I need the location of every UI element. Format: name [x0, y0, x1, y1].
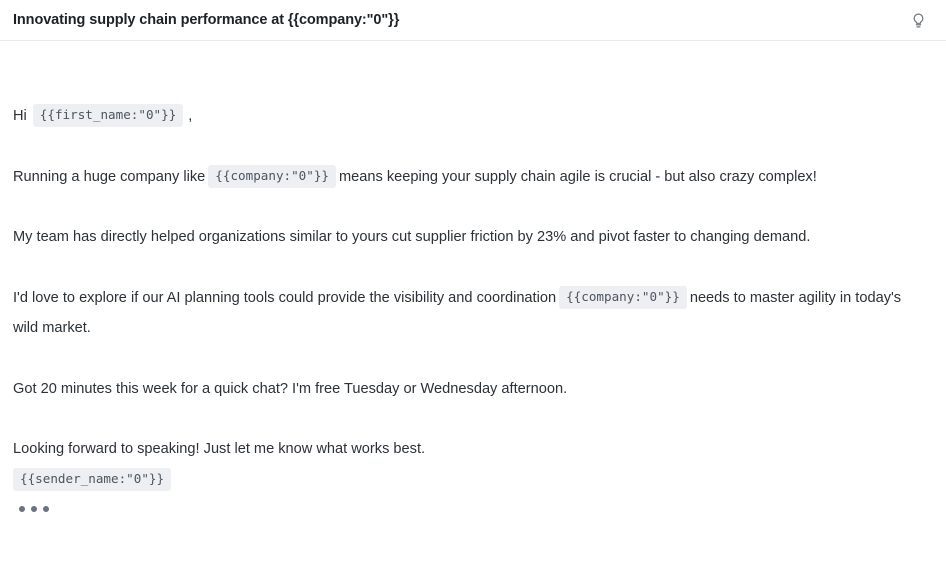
email-body[interactable]: Hi {{first_name:"0"}}, Running a huge com… — [0, 41, 946, 514]
paragraph-greeting: Hi {{first_name:"0"}}, — [13, 101, 929, 132]
paragraph-pitch-before: I'd love to explore if our AI planning t… — [13, 289, 557, 306]
token-company-1[interactable]: {{company:"0"}} — [208, 164, 337, 188]
lightbulb-icon — [910, 12, 927, 29]
paragraph-call-to-action: Got 20 minutes this week for a quick cha… — [13, 380, 568, 397]
typing-indicator — [13, 504, 933, 514]
paragraph-intro-after: means keeping your supply chain agile is… — [339, 168, 817, 185]
lightbulb-button[interactable] — [904, 6, 932, 34]
paragraph-intro: Running a huge company like {{company:"0"… — [13, 162, 929, 193]
paragraph-pitch: I'd love to explore if our AI planning t… — [13, 283, 929, 344]
header-actions — [904, 6, 932, 34]
email-subject: Innovating supply chain performance at {… — [13, 11, 400, 28]
email-signoff: Looking forward to speaking! Just let me… — [13, 434, 933, 514]
paragraph-closing: Looking forward to speaking! Just let me… — [13, 441, 426, 457]
paragraph-value-prop: My team has directly helped organization… — [13, 229, 811, 245]
token-first-name[interactable]: {{first_name:"0"}} — [32, 104, 184, 127]
token-sender-name[interactable]: {{sender_name:"0"}} — [13, 467, 172, 491]
greeting-suffix: , — [188, 108, 193, 124]
typing-dot-2 — [31, 506, 37, 512]
typing-dot-1 — [19, 506, 25, 512]
paragraph-intro-before: Running a huge company like — [13, 168, 206, 185]
email-header: Innovating supply chain performance at {… — [0, 0, 946, 41]
typing-dot-3 — [43, 506, 49, 512]
greeting-prefix: Hi — [13, 108, 27, 124]
token-company-2[interactable]: {{company:"0"}} — [559, 285, 687, 309]
